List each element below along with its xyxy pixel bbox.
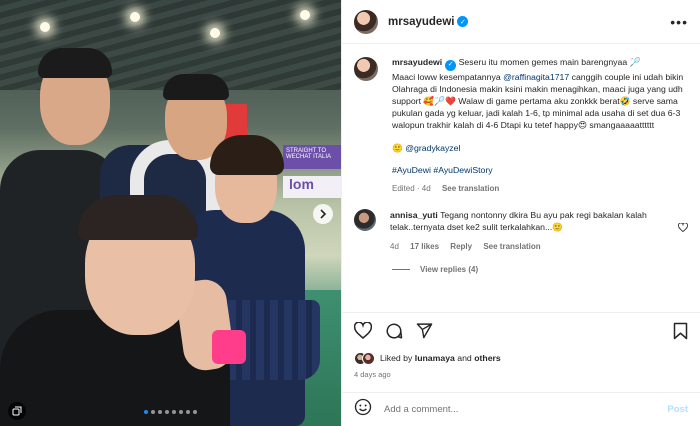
post-header: mrsayudewi ✓ ••• (342, 0, 700, 44)
caption: mrsayudewi ✓ Seseru itu momen gemes main … (354, 56, 688, 195)
more-icon[interactable]: ••• (670, 14, 688, 30)
comment-item: annisa_yuti Tegang nontonny dkira Bu ayu… (354, 209, 688, 253)
person-2-hair (163, 74, 229, 100)
edited-time: Edited · 4d (392, 184, 431, 194)
post-sidebar: mrsayudewi ✓ ••• mrsayudewi ✓ Seseru itu … (341, 0, 700, 426)
mention-link[interactable]: @gradykayzel (405, 143, 460, 153)
sponsor-brand: lom (283, 176, 341, 198)
see-translation-link[interactable]: See translation (483, 242, 540, 251)
post-timestamp: 4 days ago (354, 370, 391, 379)
likes-text: Liked by lunamaya and others (380, 353, 501, 363)
comment-age: 4d (390, 241, 399, 251)
mention-link[interactable]: @raffinagita1717 (503, 72, 569, 82)
next-arrow-icon[interactable] (313, 204, 333, 224)
caption-text: 🙂 (392, 142, 406, 153)
carousel-dot (144, 410, 148, 414)
caption-meta: Edited · 4d See translation (392, 183, 688, 195)
carousel-dot (186, 410, 190, 414)
carousel-dot (172, 410, 176, 414)
carousel-dot (151, 410, 155, 414)
ceiling-light (210, 28, 220, 38)
comment-input[interactable] (384, 404, 668, 415)
ceiling-light (300, 10, 310, 20)
add-comment-bar: Post (342, 392, 700, 426)
view-replies[interactable]: View replies (4) (392, 265, 688, 274)
caption-username[interactable]: mrsayudewi (392, 57, 442, 67)
carousel-dot (179, 410, 183, 414)
caption-text: Maaci loww kesempatannya (392, 71, 504, 82)
avatar[interactable] (354, 9, 378, 34)
verified-icon: ✓ (457, 16, 469, 27)
post-window: STRAIGHT TO WECHAT ITALIA lom mrsayudewi… (0, 0, 700, 426)
heart-icon[interactable] (678, 219, 688, 237)
header-username[interactable]: mrsayudewi (388, 16, 454, 28)
comment-meta: 4d 17 likes Reply See translation (390, 241, 666, 253)
emoji-icon[interactable] (354, 398, 372, 421)
likes-others-link[interactable]: others (474, 353, 501, 363)
caption-text: Seseru itu momen gemes main barengnyaa 🏸 (458, 57, 641, 67)
person-4-hair (78, 195, 198, 240)
share-icon[interactable] (416, 322, 433, 339)
comment-likes[interactable]: 17 likes (410, 242, 439, 251)
caption-avatar[interactable] (354, 57, 378, 81)
person-3-hair (210, 135, 284, 175)
ceiling-light (130, 12, 140, 22)
carousel-dot (158, 410, 162, 414)
person-1-hair (38, 48, 112, 78)
carousel-dot (165, 410, 169, 414)
carousel-dot (193, 410, 197, 414)
liker-avatar[interactable] (362, 351, 375, 365)
person-4-wristband (212, 330, 246, 364)
likes-row: Liked by lunamaya and others (354, 348, 688, 368)
likes-prefix: Liked by (380, 353, 415, 363)
comment-avatar[interactable] (354, 209, 376, 232)
comment-username[interactable]: annisa_yuti (390, 210, 438, 220)
likes-mid: and (454, 353, 475, 363)
replies-divider (392, 268, 410, 270)
view-replies-label[interactable]: View replies (4) (420, 265, 478, 274)
verified-icon: ✓ (445, 59, 457, 71)
carousel-dots (0, 410, 341, 414)
hashtags[interactable]: #AyuDewi #AyuDewiStory (392, 165, 493, 175)
ceiling-light (40, 22, 50, 32)
comments-section[interactable]: mrsayudewi ✓ Seseru itu momen gemes main … (342, 44, 700, 312)
liker-username[interactable]: lunamaya (415, 353, 455, 363)
see-translation-link[interactable]: See translation (442, 184, 499, 193)
reply-link[interactable]: Reply (450, 242, 472, 251)
sponsor-banner: STRAIGHT TO WECHAT ITALIA (283, 145, 341, 169)
heart-icon[interactable] (354, 322, 372, 339)
bookmark-icon[interactable] (673, 322, 688, 340)
post-button[interactable]: Post (667, 404, 688, 415)
action-bar (342, 312, 700, 348)
comment-icon[interactable] (385, 322, 403, 340)
post-photo[interactable]: STRAIGHT TO WECHAT ITALIA lom (0, 0, 341, 426)
